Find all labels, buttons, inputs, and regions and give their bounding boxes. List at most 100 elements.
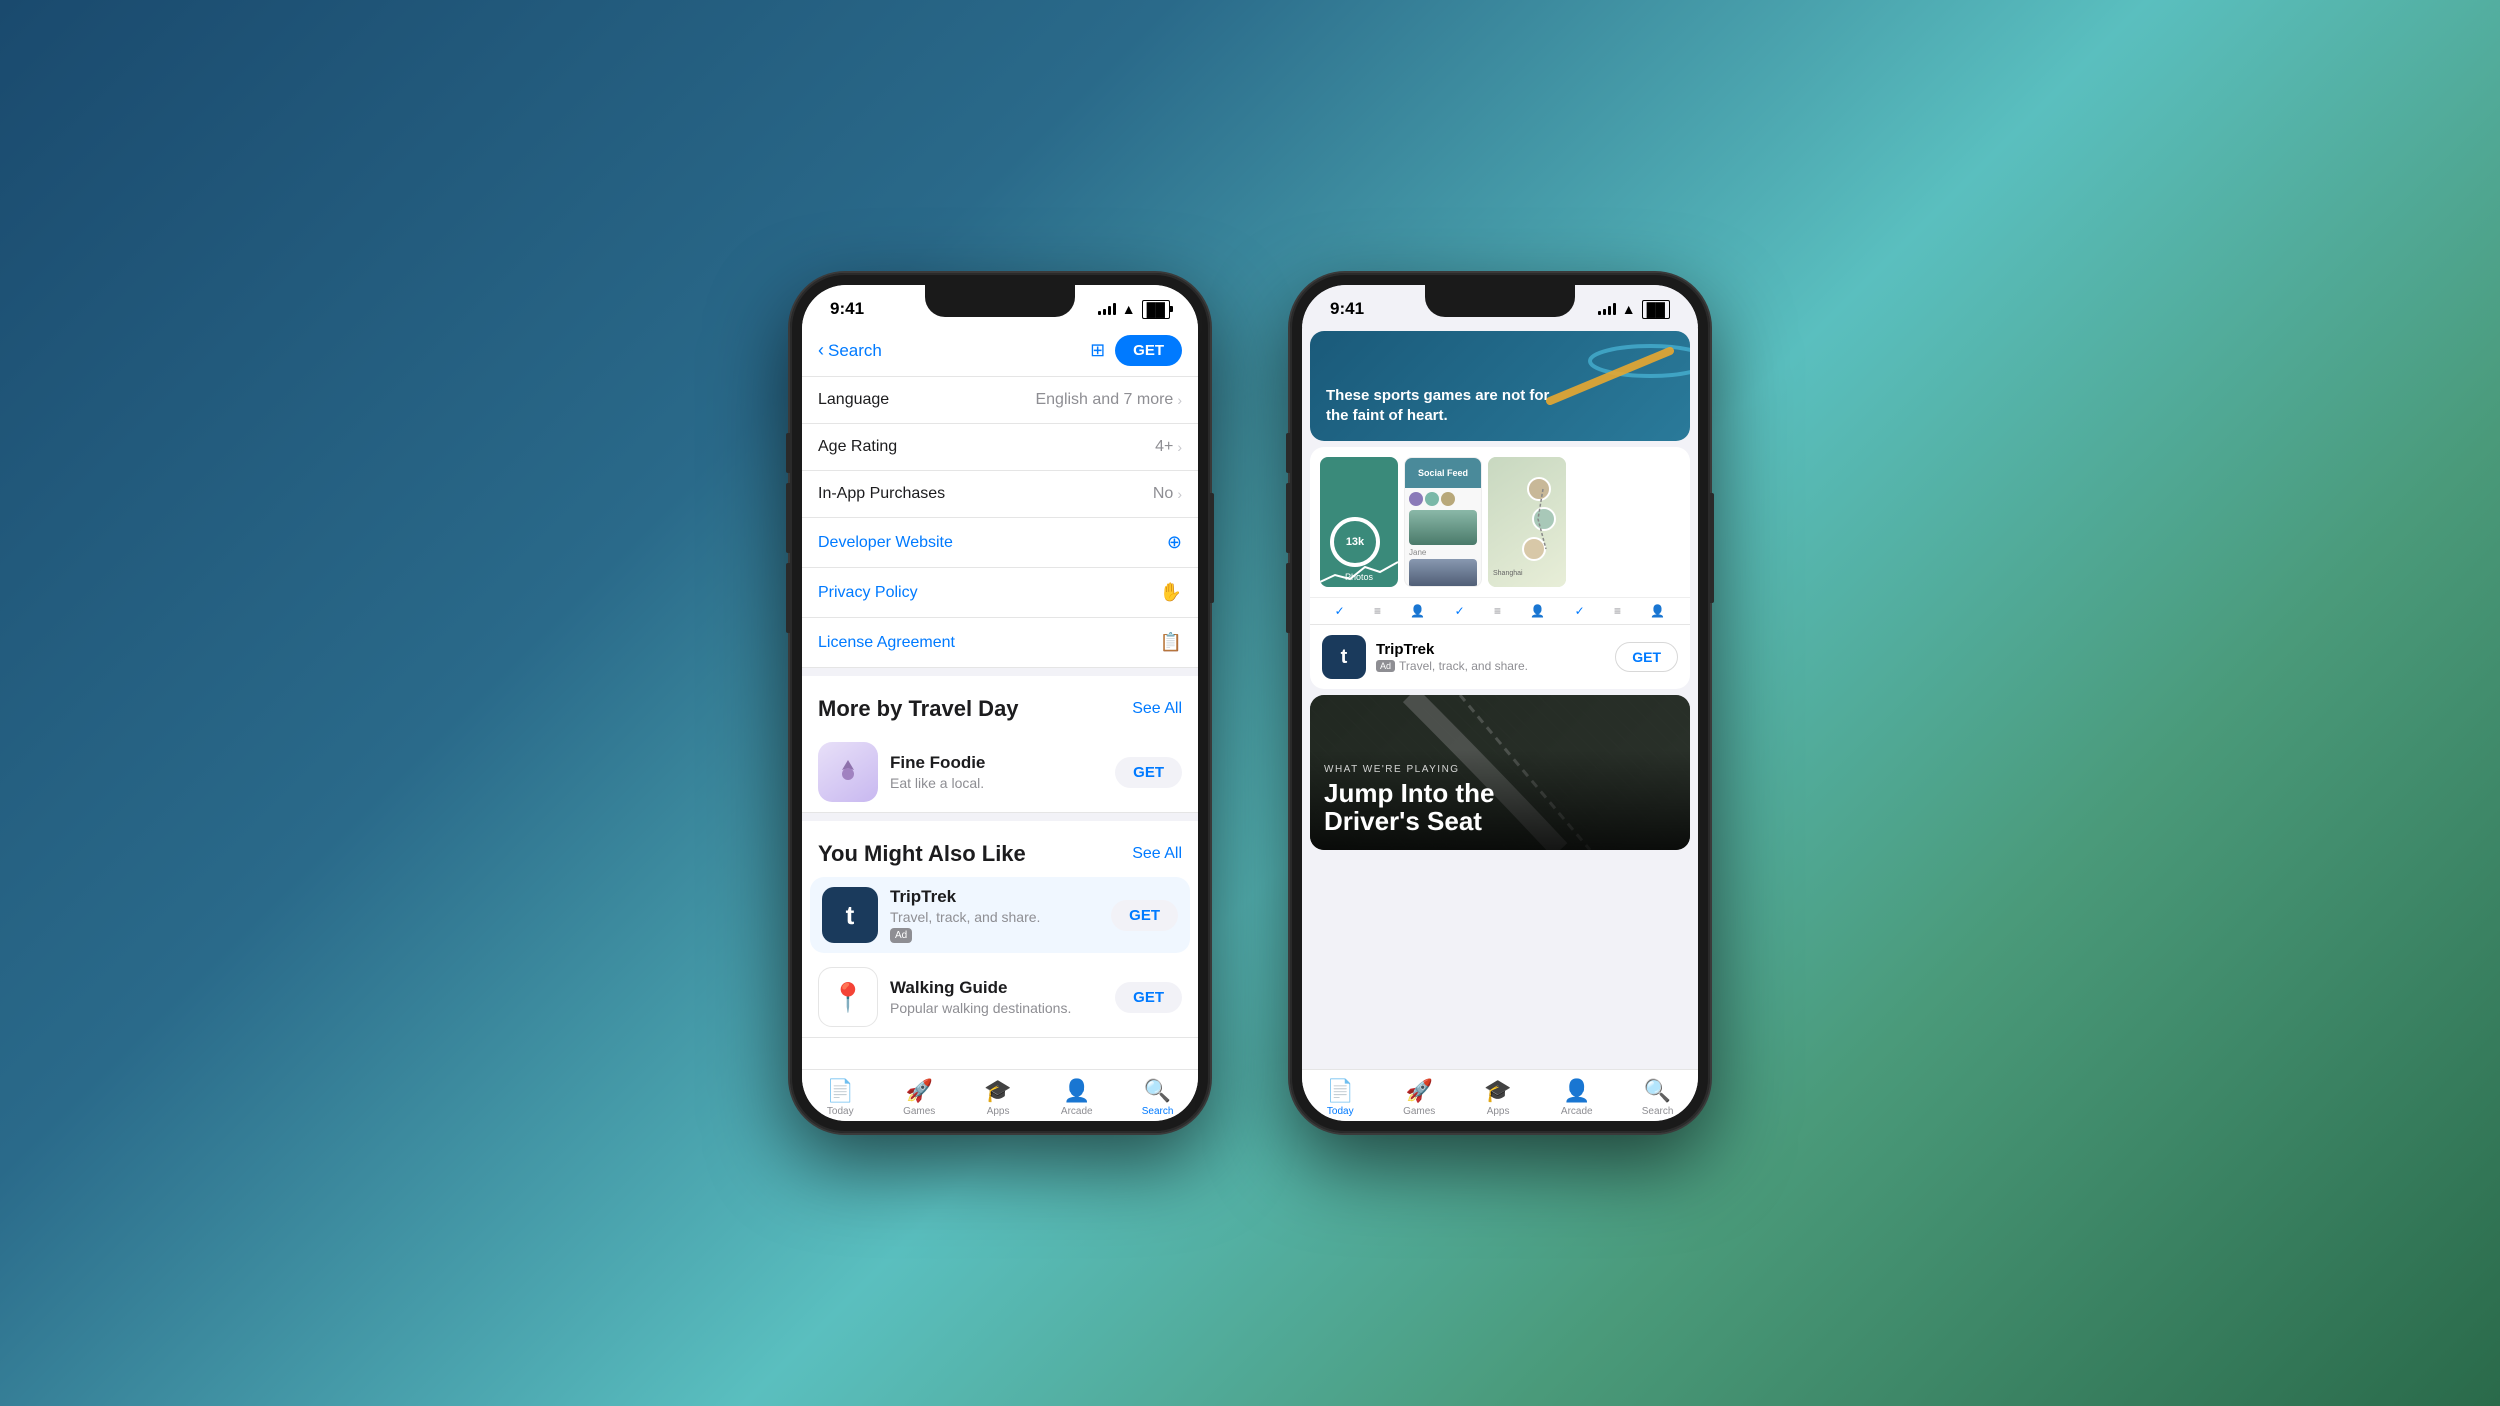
nav-bar-1: ‹ Search ⊞ GET [802,327,1198,377]
tab-search-2[interactable]: 🔍 Search [1642,1078,1674,1117]
mute-button [786,433,790,473]
back-label[interactable]: Search [828,341,882,361]
age-chevron-icon: › [1177,439,1182,455]
apps-tab-label: Apps [987,1106,1010,1117]
tab-search-active[interactable]: 🔍 Search [1142,1078,1174,1117]
screenshots-card: 13k Photos Social Feed [1310,447,1690,689]
language-row[interactable]: Language English and 7 more › [802,377,1198,424]
games-tab-icon: 🚀 [905,1078,932,1104]
what-playing-title: Jump Into theDriver's Seat [1324,779,1676,836]
tab-today[interactable]: 📄 Today [827,1078,854,1117]
apps-tab-icon-2: 🎓 [1484,1078,1511,1104]
search-tab-icon-2: 🔍 [1644,1078,1671,1104]
list-icon-1: ≡ [1374,604,1381,618]
today-tab-label: Today [827,1106,854,1117]
divider-2 [802,813,1198,821]
today-tab-label-2: Today [1327,1106,1354,1117]
also-like-see-all[interactable]: See All [1132,845,1182,863]
also-like-title: You Might Also Like [818,841,1026,867]
filter-icon[interactable]: ⊞ [1090,340,1105,361]
fine-foodie-get-button[interactable]: GET [1115,757,1182,788]
language-value-text: English and 7 more [1035,391,1173,409]
developer-website-row[interactable]: Developer Website ⊕ [802,518,1198,568]
arcade-tab-icon-2: 👤 [1563,1078,1590,1104]
in-app-value: No › [1153,485,1182,503]
tab-games[interactable]: 🚀 Games [903,1078,935,1117]
license-agreement-row[interactable]: License Agreement 📋 [802,618,1198,668]
arcade-tab-label-2: Arcade [1561,1106,1593,1117]
tab-bar-1: 📄 Today 🚀 Games 🎓 Apps 👤 Arcade 🔍 Search [802,1069,1198,1121]
tab-games-2[interactable]: 🚀 Games [1403,1078,1435,1117]
privacy-policy-label: Privacy Policy [818,584,918,602]
language-label: Language [818,391,889,409]
fine-foodie-subtitle: Eat like a local. [890,775,1103,791]
walking-guide-info: Walking Guide Popular walking destinatio… [890,978,1103,1016]
today-tab-icon-2: 📄 [1327,1078,1354,1104]
language-value: English and 7 more › [1035,391,1182,409]
signal-icon [1098,303,1116,315]
checkmark-icon-2: ✓ [1455,604,1465,618]
notch-1 [925,285,1075,317]
get-button-nav[interactable]: GET [1115,335,1182,366]
triptrek-subtitle: Travel, track, and share. [890,909,1099,925]
map-line-svg [1488,457,1566,587]
in-app-value-text: No [1153,485,1173,503]
external-link-icon: ⊕ [1167,532,1182,553]
phone-1: 9:41 ▲ ██ ‹ Search [790,273,1210,1133]
what-playing-overlay: WHAT WE'RE PLAYING Jump Into theDriver's… [1310,750,1690,850]
search-tab-label: Search [1142,1106,1174,1117]
tab-apps-2[interactable]: 🎓 Apps [1484,1078,1511,1117]
screenshot-2: Social Feed Jane [1404,457,1482,587]
sports-graphic [1490,331,1690,441]
power-button-2 [1710,493,1714,603]
triptrek-promo-get-button[interactable]: GET [1615,642,1678,672]
screenshot-3: Shanghai [1488,457,1566,587]
back-chevron-icon: ‹ [818,340,824,361]
age-rating-label: Age Rating [818,438,897,456]
back-button[interactable]: ‹ Search [818,340,882,361]
license-agreement-label: License Agreement [818,634,955,652]
sports-card[interactable]: These sports games are not forthe faint … [1310,331,1690,441]
search-tab-icon: 🔍 [1144,1078,1171,1104]
person-icon-1: 👤 [1410,604,1425,618]
tab-arcade-2[interactable]: 👤 Arcade [1561,1078,1593,1117]
more-see-all[interactable]: See All [1132,700,1182,718]
hand-icon: ✋ [1160,582,1182,603]
list-icon-2: ≡ [1494,604,1501,618]
triptrek-get-button[interactable]: GET [1111,900,1178,931]
apps-tab-label-2: Apps [1487,1106,1510,1117]
what-playing-category: WHAT WE'RE PLAYING [1324,764,1676,775]
person-icon-3: 👤 [1650,604,1665,618]
age-rating-value-text: 4+ [1155,438,1173,456]
search-tab-label-2: Search [1642,1106,1674,1117]
battery-icon-2: ██ [1642,300,1670,319]
games-tab-icon-2: 🚀 [1405,1078,1432,1104]
triptrek-promo-ad-badge: Ad [1376,660,1395,672]
power-button [1210,493,1214,603]
triptrek-ad-badge: Ad [890,928,912,943]
apps-tab-icon: 🎓 [984,1078,1011,1104]
walking-guide-name: Walking Guide [890,978,1103,998]
what-playing-card[interactable]: WHAT WE'RE PLAYING Jump Into theDriver's… [1310,695,1690,850]
fine-foodie-name: Fine Foodie [890,753,1103,773]
phone-2: 9:41 ▲ ██ These sports games [1290,273,1710,1133]
in-app-purchases-row[interactable]: In-App Purchases No › [802,471,1198,518]
phone-screen-1: 9:41 ▲ ██ ‹ Search [802,285,1198,1121]
triptrek-promo-subtitle: Travel, track, and share. [1399,659,1528,673]
tab-apps[interactable]: 🎓 Apps [984,1078,1011,1117]
fine-foodie-info: Fine Foodie Eat like a local. [890,753,1103,791]
arcade-tab-label: Arcade [1061,1106,1093,1117]
phone-screen-2: 9:41 ▲ ██ These sports games [1302,285,1698,1121]
tab-arcade[interactable]: 👤 Arcade [1061,1078,1093,1117]
walking-guide-get-button[interactable]: GET [1115,982,1182,1013]
fine-foodie-row: Fine Foodie Eat like a local. GET [802,732,1198,813]
more-section-header: More by Travel Day See All [802,676,1198,732]
privacy-policy-row[interactable]: Privacy Policy ✋ [802,568,1198,618]
age-rating-row[interactable]: Age Rating 4+ › [802,424,1198,471]
language-chevron-icon: › [1177,392,1182,408]
tab-bar-2: 📄 Today 🚀 Games 🎓 Apps 👤 Arcade 🔍 Search [1302,1069,1698,1121]
developer-website-label: Developer Website [818,534,953,552]
checkmark-icon: ✓ [1335,604,1345,618]
tab-today-2[interactable]: 📄 Today [1327,1078,1354,1117]
triptrek-promo-icon: t [1322,635,1366,679]
